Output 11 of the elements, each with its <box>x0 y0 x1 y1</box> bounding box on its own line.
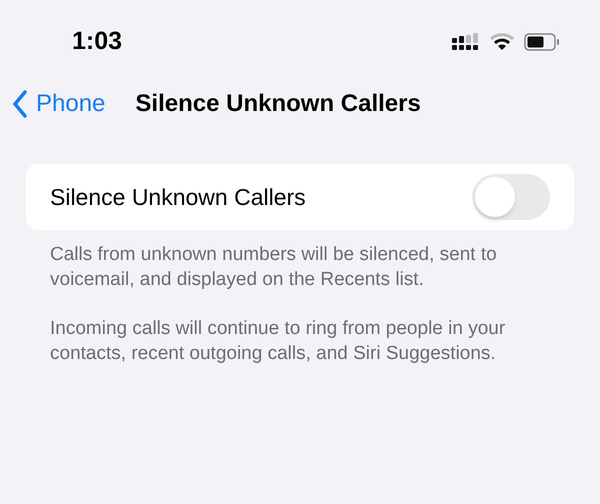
setting-label: Silence Unknown Callers <box>50 182 306 212</box>
signal-icon <box>452 33 480 51</box>
footnote-text: Calls from unknown numbers will be silenced, sent to voicemail, and displayed on the Recents list. <box>50 243 498 292</box>
wifi-icon <box>490 33 514 51</box>
battery-icon <box>524 33 560 51</box>
back-button[interactable]: Phone <box>12 86 106 122</box>
chevron-left-icon <box>12 90 28 118</box>
status-time: 1:03 <box>72 26 122 58</box>
page-title: Silence Unknown Callers <box>135 89 421 119</box>
footnote-text: Incoming calls will continue to ring from people in your contacts, recent outgoing calls, and Siri Suggestions. <box>50 317 506 366</box>
toggle-switch[interactable] <box>472 174 550 220</box>
